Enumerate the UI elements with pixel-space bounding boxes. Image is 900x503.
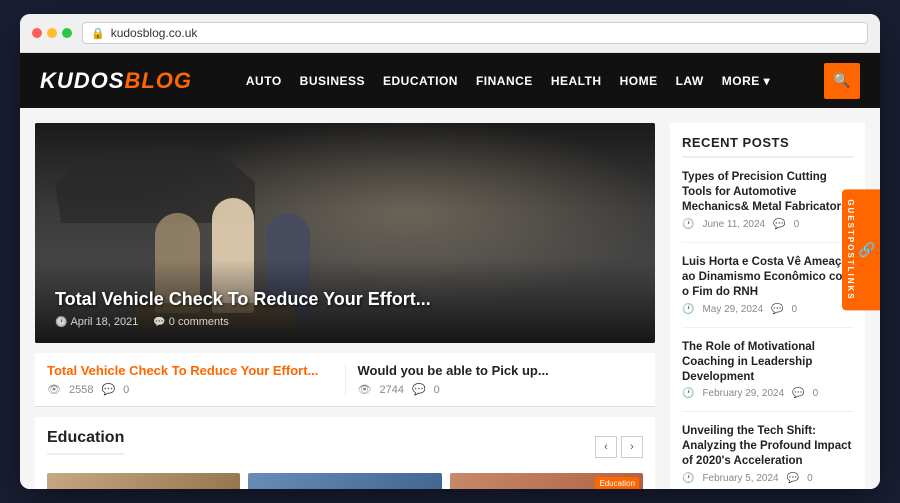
close-dot[interactable] (32, 28, 42, 38)
recent-post-2-title[interactable]: Luis Horta e Costa Vê Ameaça ao Dinamism… (682, 255, 853, 300)
education-section-title: Education (47, 429, 124, 455)
recent-post-1-meta: 🕐 June 11, 2024 💬 0 (682, 219, 853, 230)
lock-icon: 🔒 (91, 27, 105, 40)
edu-thumb-1[interactable] (47, 473, 240, 489)
comment-icon-1: 💬 (101, 383, 115, 396)
featured-post-title[interactable]: Total Vehicle Check To Reduce Your Effor… (55, 289, 635, 310)
minimize-dot[interactable] (47, 28, 57, 38)
edu-badge: Education (595, 477, 639, 489)
address-bar[interactable]: 🔒 kudosblog.co.uk (82, 22, 868, 44)
recent-post-1-title[interactable]: Types of Precision Cutting Tools for Aut… (682, 170, 853, 215)
edu-thumb-3[interactable]: Education (450, 473, 643, 489)
recent-post-1: Types of Precision Cutting Tools for Aut… (682, 170, 853, 243)
nav-finance[interactable]: FINANCE (476, 74, 533, 88)
recent-post-4-date: February 5, 2024 (702, 473, 778, 484)
article-cards: Total Vehicle Check To Reduce Your Effor… (35, 353, 655, 407)
featured-date: 🕐 April 18, 2021 (55, 316, 138, 328)
recent-post-1-date: June 11, 2024 (702, 219, 765, 230)
comment-icon-r3: 💬 (792, 388, 804, 399)
date-icon-3: 🕐 (682, 388, 694, 399)
browser-window: 🔒 kudosblog.co.uk KUDOSblog AUTO BUSINES… (20, 14, 880, 489)
article-card-1-meta: 👁 2558 💬 0 (47, 383, 333, 396)
main-content: Total Vehicle Check To Reduce Your Effor… (35, 123, 655, 489)
article-card-2-meta: 👁 2744 💬 0 (358, 383, 644, 396)
sidebar: RECENT POSTS Types of Precision Cutting … (670, 123, 865, 489)
date-icon-4: 🕐 (682, 473, 694, 484)
main-layout: Total Vehicle Check To Reduce Your Effor… (20, 108, 880, 489)
nav-education[interactable]: EDUCATION (383, 74, 458, 88)
article-2-comments: 0 (434, 384, 440, 396)
site-header: KUDOSblog AUTO BUSINESS EDUCATION FINANC… (20, 53, 880, 108)
nav-business[interactable]: BUSINESS (300, 74, 365, 88)
featured-overlay: Total Vehicle Check To Reduce Your Effor… (35, 259, 655, 343)
education-thumbnails: Education (47, 473, 643, 489)
article-2-views: 2744 (379, 384, 403, 396)
article-1-comments: 0 (123, 384, 129, 396)
recent-post-3-comments: 0 (813, 388, 819, 399)
comment-icon: 💬 (153, 317, 165, 328)
clock-icon: 🕐 (55, 317, 67, 328)
comment-icon-r1: 💬 (773, 219, 785, 230)
next-arrow[interactable]: › (621, 436, 643, 458)
nav-auto[interactable]: AUTO (246, 74, 282, 88)
sidebar-recent-posts-title: RECENT POSTS (682, 135, 853, 158)
article-card-2-title[interactable]: Would you be able to Pick up... (358, 363, 644, 378)
date-icon-1: 🕐 (682, 219, 694, 230)
article-card-1-title[interactable]: Total Vehicle Check To Reduce Your Effor… (47, 363, 333, 378)
recent-post-3: The Role of Motivational Coaching in Lea… (682, 340, 853, 413)
recent-post-3-date: February 29, 2024 (702, 388, 784, 399)
comment-icon-r2: 💬 (771, 304, 783, 315)
recent-post-1-comments: 0 (794, 219, 800, 230)
views-icon-1: 👁 (47, 383, 61, 396)
featured-meta: 🕐 April 18, 2021 💬 0 comments (55, 316, 635, 328)
recent-post-2: Luis Horta e Costa Vê Ameaça ao Dinamism… (682, 255, 853, 328)
logo-kudos: KUDOS (40, 68, 124, 93)
edu-thumb-2[interactable] (248, 473, 441, 489)
article-card-1: Total Vehicle Check To Reduce Your Effor… (47, 363, 333, 396)
recent-post-2-meta: 🕐 May 29, 2024 💬 0 (682, 304, 853, 315)
logo-blog: blog (124, 68, 192, 93)
nav-menu: AUTO BUSINESS EDUCATION FINANCE HEALTH H… (212, 74, 804, 88)
search-button[interactable]: 🔍 (824, 63, 860, 99)
featured-image[interactable]: Total Vehicle Check To Reduce Your Effor… (35, 123, 655, 343)
recent-post-4-title[interactable]: Unveiling the Tech Shift: Analyzing the … (682, 424, 853, 469)
comment-icon-r4: 💬 (787, 473, 799, 484)
nav-law[interactable]: LAW (676, 74, 704, 88)
guestpostlinks-tab[interactable]: 🔗 GUESTPOSTLINKS (842, 189, 880, 310)
guestpostlinks-label: GUESTPOSTLINKS (846, 199, 855, 300)
sidebar-recent-posts: RECENT POSTS Types of Precision Cutting … (670, 123, 865, 489)
site-logo[interactable]: KUDOSblog (40, 68, 192, 94)
recent-post-4-comments: 0 (807, 473, 813, 484)
prev-arrow[interactable]: ‹ (595, 436, 617, 458)
nav-home[interactable]: HOME (620, 74, 658, 88)
date-icon-2: 🕐 (682, 304, 694, 315)
url-text: kudosblog.co.uk (111, 26, 198, 40)
recent-post-4-meta: 🕐 February 5, 2024 💬 0 (682, 473, 853, 484)
recent-post-3-meta: 🕐 February 29, 2024 💬 0 (682, 388, 853, 399)
article-1-views: 2558 (69, 384, 93, 396)
featured-comments: 💬 0 comments (153, 316, 228, 328)
education-section: Education ‹ › Education (35, 417, 655, 489)
maximize-dot[interactable] (62, 28, 72, 38)
guestpostlinks-icon: 🔗 (860, 241, 876, 259)
site-content: KUDOSblog AUTO BUSINESS EDUCATION FINANC… (20, 53, 880, 489)
recent-post-2-comments: 0 (792, 304, 798, 315)
nav-more[interactable]: MORE ▾ (722, 74, 770, 88)
browser-dots (32, 28, 72, 38)
nav-health[interactable]: HEALTH (551, 74, 602, 88)
recent-post-3-title[interactable]: The Role of Motivational Coaching in Lea… (682, 340, 853, 385)
article-card-2: Would you be able to Pick up... 👁 2744 💬… (345, 363, 644, 396)
recent-post-4: Unveiling the Tech Shift: Analyzing the … (682, 424, 853, 489)
education-header: Education ‹ › (47, 429, 643, 465)
comment-icon-2: 💬 (412, 383, 426, 396)
browser-chrome: 🔒 kudosblog.co.uk (20, 14, 880, 53)
education-nav-arrows: ‹ › (595, 436, 643, 458)
recent-post-2-date: May 29, 2024 (702, 304, 763, 315)
views-icon-2: 👁 (358, 383, 372, 396)
